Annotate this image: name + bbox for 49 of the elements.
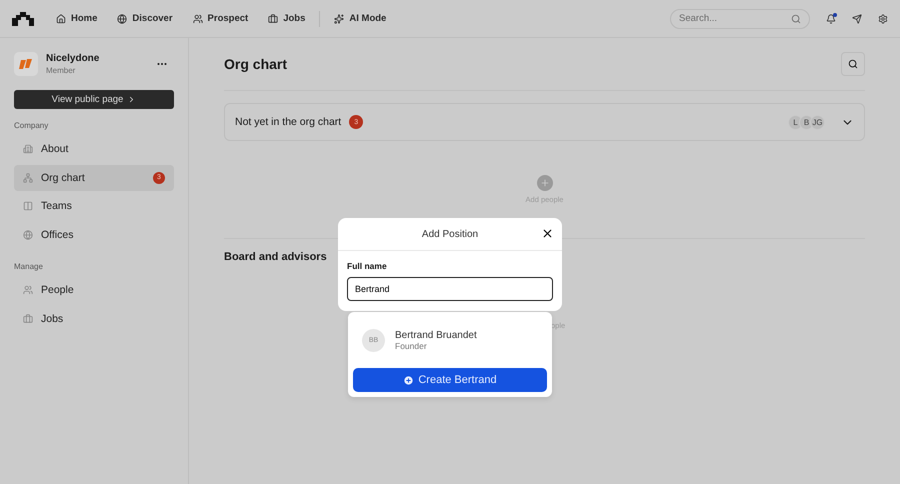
view-public-page-button[interactable]: View public page [14, 90, 174, 109]
sidebar-item[interactable]: Offices [14, 222, 174, 248]
nav-link[interactable]: Jobs [260, 9, 314, 28]
search-icon [848, 59, 858, 69]
sidebar-item[interactable]: Jobs [14, 306, 174, 332]
section-title: Company [14, 121, 50, 130]
briefcase-icon [23, 314, 33, 324]
person-name[interactable]: Bertrand Bruandet [395, 330, 477, 340]
sidebar-item[interactable]: About [14, 136, 174, 162]
section-title: Manage [14, 262, 44, 271]
globe-icon [23, 230, 33, 240]
sparkle-icon [334, 14, 344, 24]
globe-icon [117, 14, 128, 24]
create-button[interactable]: Create Bertrand [353, 368, 547, 392]
send-icon[interactable] [852, 14, 862, 24]
avatar: JG [810, 114, 825, 130]
users-icon [23, 285, 33, 295]
page-title: Org chart [224, 56, 288, 72]
search-icon [791, 14, 801, 24]
nav-link[interactable]: Discover [109, 9, 181, 28]
plus-circle-icon [403, 374, 414, 386]
briefcase-icon [268, 14, 278, 24]
logo-icon[interactable] [12, 12, 34, 26]
avatar: L [788, 114, 803, 130]
nav-link[interactable]: Prospect [184, 9, 256, 28]
company-name: Nicelydone [46, 53, 100, 64]
input-field[interactable]: Bertrand [347, 277, 553, 301]
nav-link[interactable]: AI Mode [326, 9, 394, 28]
pending-label: Not yet in the org chart [235, 116, 342, 128]
member-role: Member [46, 66, 76, 75]
close-icon [541, 227, 554, 240]
field-label: Full name [347, 261, 388, 271]
sidebar-item[interactable]: Teams [14, 193, 174, 219]
building-icon [23, 144, 33, 154]
plus-icon [540, 178, 550, 188]
company-logo [14, 52, 38, 76]
nav-link[interactable]: Home [48, 9, 106, 28]
person-role: Founder [395, 340, 428, 350]
users-icon [192, 14, 203, 24]
sidebar-item[interactable]: People [14, 277, 174, 303]
settings-icon[interactable] [878, 14, 888, 24]
teams-icon [23, 201, 33, 211]
org-icon [23, 172, 33, 182]
home-icon [56, 14, 66, 24]
section-heading: Board and advisors [224, 251, 328, 263]
close-button[interactable] [541, 227, 554, 240]
search-button[interactable] [841, 52, 865, 76]
dialog-title: Add Position [422, 228, 478, 240]
bell-icon[interactable] [826, 14, 836, 24]
